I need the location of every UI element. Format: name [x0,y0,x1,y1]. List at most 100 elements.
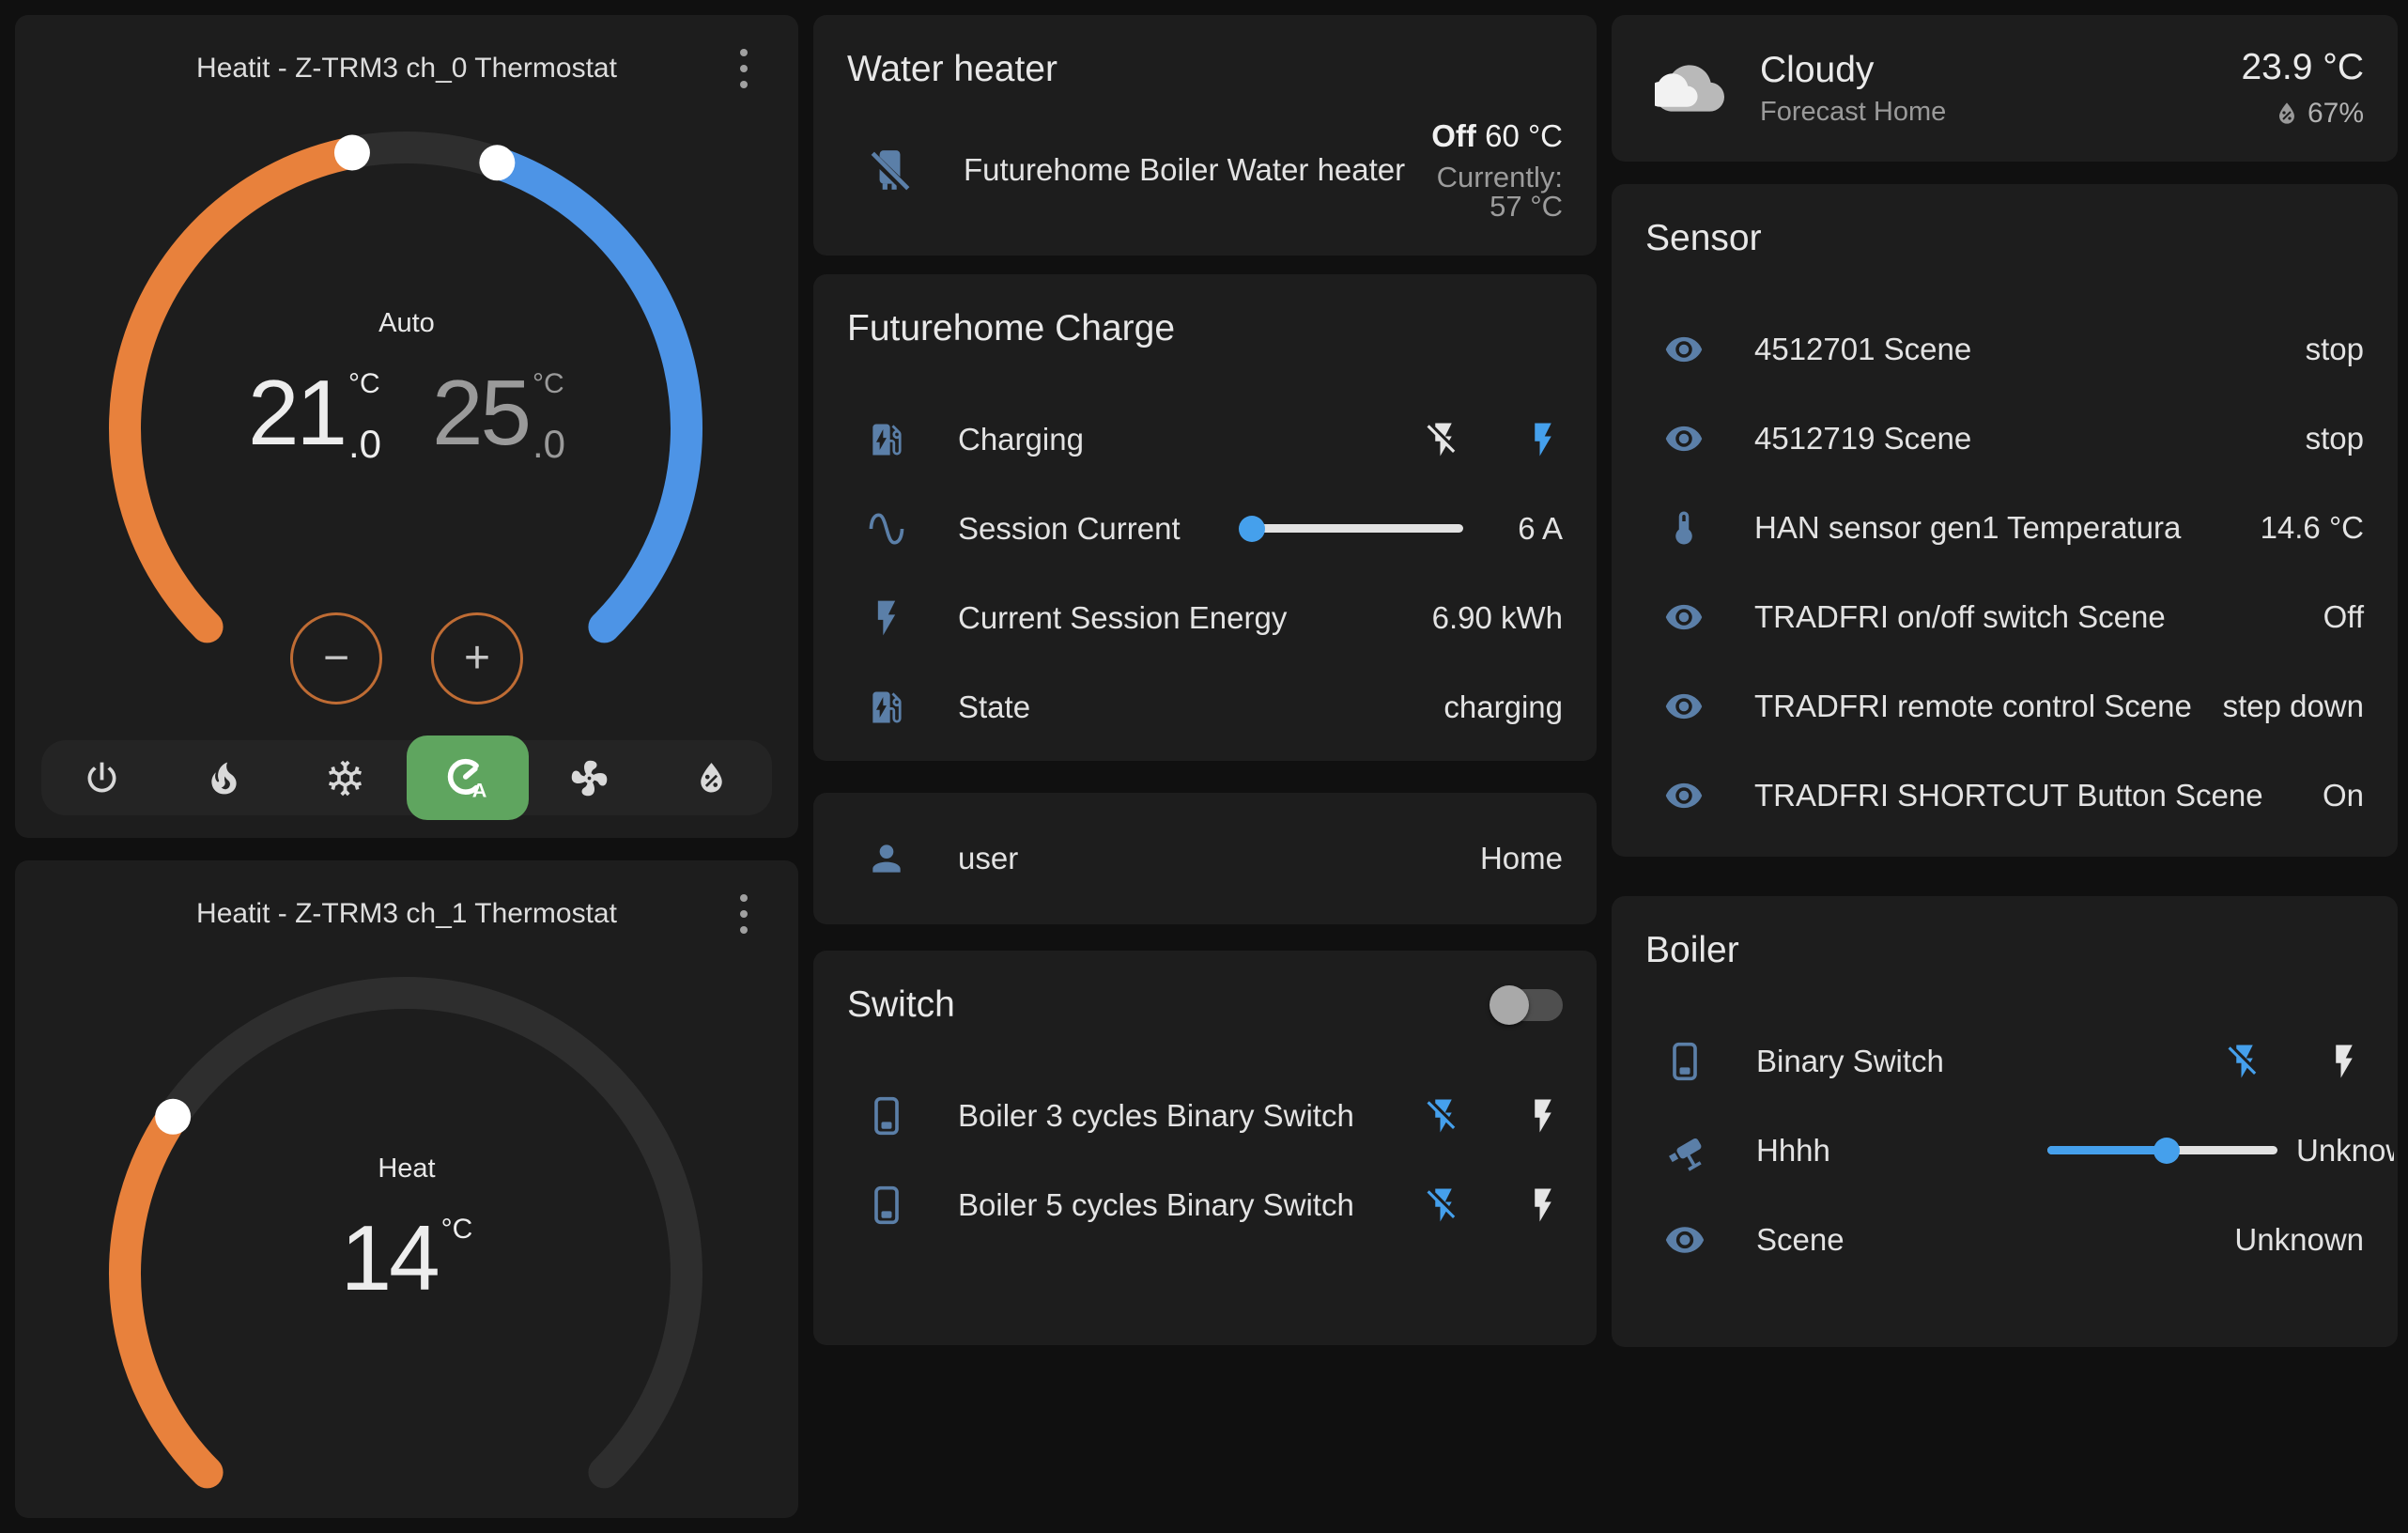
column-right: Cloudy Forecast Home 23.9 °C 67% Sensor … [1612,15,2398,1347]
sensor-row[interactable]: TRADFRI on/off switch Scene Off [1612,572,2398,661]
weather-condition: Cloudy [1760,50,1946,91]
entity-value: Off [2323,599,2364,635]
weather-source: Forecast Home [1760,97,1946,128]
power-icon [81,757,123,799]
boiler-3-cycles-row[interactable]: Boiler 3 cycles Binary Switch [813,1071,1597,1160]
user-card: user Home [813,793,1597,924]
entity-value: On [2323,778,2364,813]
session-current-slider[interactable] [1241,515,1463,543]
dashboard: Heatit - Z-TRM3 ch_0 Thermostat Auto 21 … [0,0,2408,1533]
entity-name: Futurehome Boiler Water heater [964,152,1405,188]
sensor-row[interactable]: HAN sensor gen1 Temperatura 14.6 °C [1612,483,2398,572]
weather-temperature: 23.9 °C [2241,47,2364,88]
eye-icon [1664,687,1704,726]
cloudy-icon [1655,54,1724,123]
snowflake-icon [324,757,366,799]
eye-icon [1664,597,1704,637]
flash-off-icon[interactable] [1424,1185,1463,1225]
entity-name: TRADFRI remote control Scene [1754,689,2223,724]
sensor-row[interactable]: 4512701 Scene stop [1612,304,2398,394]
mode-button-power[interactable] [41,740,163,815]
cctv-icon [1664,1130,1706,1171]
sensor-row[interactable]: TRADFRI SHORTCUT Button Scene On [1612,751,2398,840]
entity-value: 6 A [1503,511,1563,547]
sensor-card: Sensor 4512701 Scene stop 4512719 Scene … [1612,184,2398,857]
entity-value: Unknown [2234,1222,2364,1258]
boiler-5-cycles-row[interactable]: Boiler 5 cycles Binary Switch [813,1160,1597,1249]
flash-icon[interactable] [1523,1185,1563,1225]
card-title: Sensor [1612,184,2398,259]
ev-station-icon [866,419,907,460]
entity-name: TRADFRI on/off switch Scene [1754,599,2323,635]
water-percent-icon [690,757,733,799]
column-left: Heatit - Z-TRM3 ch_0 Thermostat Auto 21 … [15,15,798,1518]
hhhh-slider[interactable] [2047,1137,2277,1165]
decrease-temp-button[interactable]: − [290,612,382,705]
mode-button-heat[interactable] [163,740,286,815]
flash-off-icon[interactable] [1424,1096,1463,1136]
mode-button-auto[interactable] [407,736,529,820]
entity-name: TRADFRI SHORTCUT Button Scene [1754,778,2323,813]
boiler-card: Boiler Binary Switch Hhhh Unkno [1612,896,2398,1347]
current-temp: Currently: 57 °C [1405,163,1563,221]
hhhh-row[interactable]: Hhhh Unknown [1612,1106,2398,1195]
thermometer-icon [1664,508,1704,548]
mode-button-fan[interactable] [529,740,651,815]
state-row[interactable]: State charging [813,662,1597,751]
flash-icon[interactable] [1523,1096,1563,1136]
cellphone-icon [1664,1041,1706,1082]
switch-group-toggle[interactable] [1493,989,1563,1021]
ev-station-icon [866,687,907,728]
session-current-row[interactable]: Session Current 6 A [813,484,1597,573]
entity-name: Hhhh [1756,1133,2047,1169]
entity-value: 14.6 °C [2261,510,2364,546]
increase-temp-button[interactable]: + [431,612,523,705]
temp-low-value: 21 [248,366,345,462]
temp-low-decimal: .0 [348,426,381,462]
account-icon [866,838,907,879]
flash-icon[interactable] [1523,420,1563,459]
thermostat-dial[interactable] [15,860,798,1518]
hvac-mode-label: Auto [15,308,798,339]
binary-switch-row[interactable]: Binary Switch [1612,1016,2398,1106]
state-value: Off [1431,118,1476,153]
entity-value: charging [1443,689,1563,725]
weather-card[interactable]: Cloudy Forecast Home 23.9 °C 67% [1612,15,2398,162]
flash-icon[interactable] [2324,1042,2364,1081]
entity-value: step down [2223,689,2364,724]
entity-name: State [958,689,1443,725]
entity-name: user [958,841,1480,876]
mode-button-cool[interactable] [285,740,407,815]
entity-name: HAN sensor gen1 Temperatura [1754,510,2261,546]
water-heater-row[interactable]: Futurehome Boiler Water heater Off 60 °C… [813,115,1597,225]
flash-icon [866,597,907,639]
card-title: Switch [813,951,989,1026]
eye-icon [1664,419,1704,458]
user-row[interactable]: user Home [813,793,1597,924]
entity-name: Boiler 5 cycles Binary Switch [958,1187,1401,1223]
thermostat-card-ch1: Heatit - Z-TRM3 ch_1 Thermostat Heat 14 … [15,860,798,1518]
entity-value: stop [2306,332,2364,367]
thermostat-auto-icon [443,753,492,802]
session-energy-row[interactable]: Current Session Energy 6.90 kWh [813,573,1597,662]
sine-wave-icon [866,508,907,550]
sensor-row[interactable]: 4512719 Scene stop [1612,394,2398,483]
card-title: Futurehome Charge [813,274,1597,349]
flash-off-icon[interactable] [2225,1042,2264,1081]
target-temperatures: 14 °C [15,1212,798,1308]
sensor-row[interactable]: TRADFRI remote control Scene step down [1612,661,2398,751]
entity-value: Unknown [2296,1133,2394,1169]
eye-icon [1664,1219,1706,1261]
flash-off-icon[interactable] [1424,420,1463,459]
humidity-icon [2272,99,2302,129]
scene-row[interactable]: Scene Unknown [1612,1195,2398,1284]
switch-card: Switch Boiler 3 cycles Binary Switch Boi… [813,951,1597,1345]
entity-value: Home [1480,841,1563,876]
charging-row[interactable]: Charging [813,395,1597,484]
mode-button-dry[interactable] [650,740,772,815]
target-temp-high: 25 °C .0 [432,366,565,462]
column-middle: Water heater Futurehome Boiler Water hea… [813,15,1597,1345]
temp-high-unit: °C [533,370,565,398]
target-temp: 60 °C [1485,118,1563,153]
card-title: Water heater [813,15,1597,90]
